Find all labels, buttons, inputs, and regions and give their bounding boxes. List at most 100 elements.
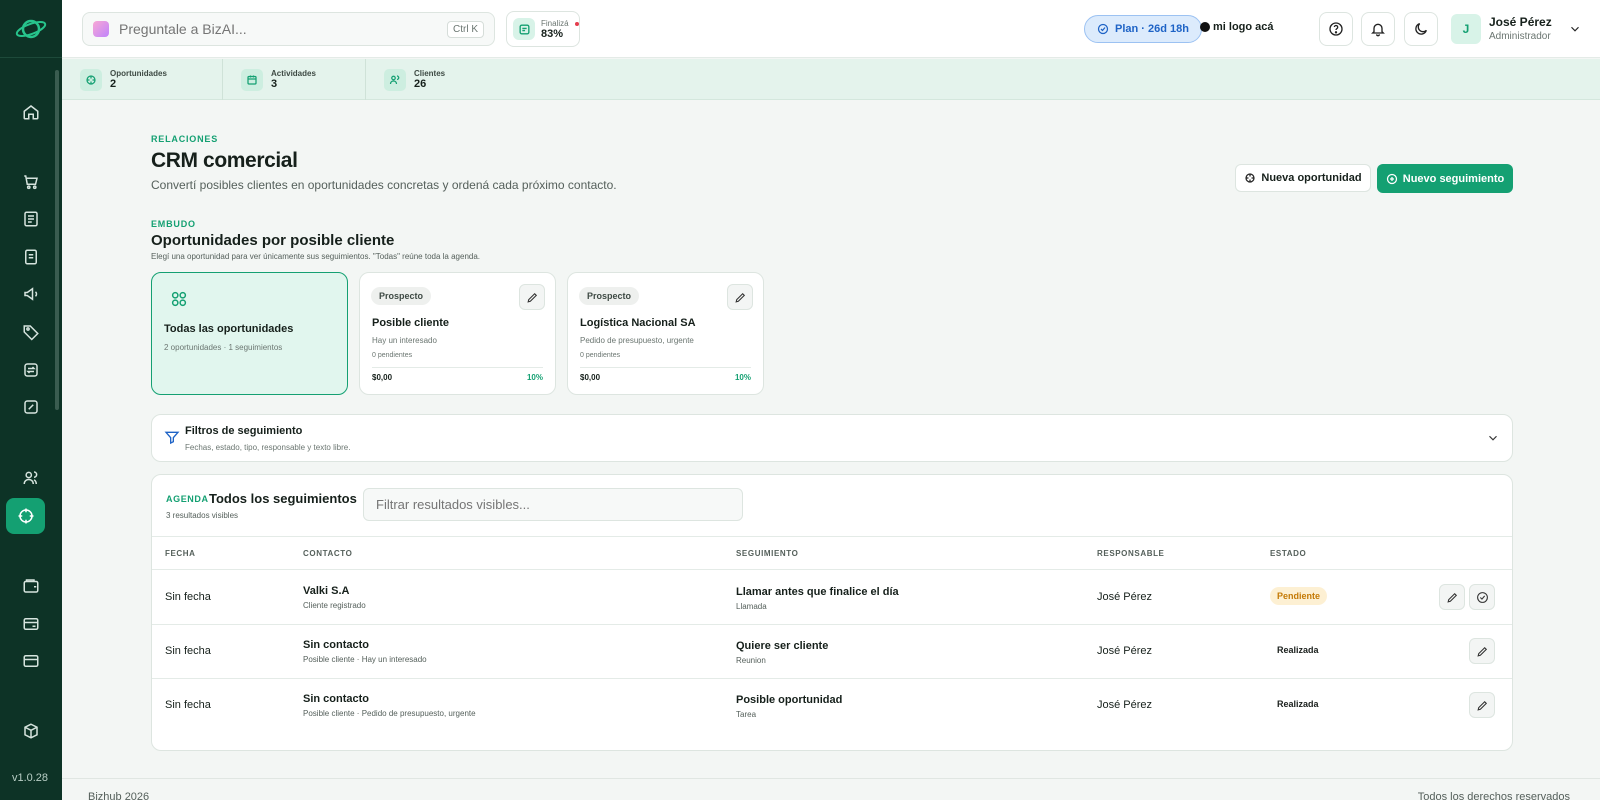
row-followup-type: Reunion [736, 656, 766, 665]
funnel-subtitle: Elegí una oportunidad para ver únicament… [151, 252, 481, 261]
chevron-down-icon[interactable] [1568, 22, 1582, 36]
row-contact-detail: Posible cliente · Pedido de presupuesto,… [303, 709, 476, 718]
stat-activities[interactable]: Actividades 3 [223, 59, 366, 100]
target-icon [18, 508, 33, 524]
column-header[interactable]: RESPONSABLE [1097, 549, 1165, 558]
sidebar-scrollbar[interactable] [55, 70, 59, 410]
sidebar-item-home[interactable] [11, 94, 51, 130]
row-followup-type: Tarea [736, 710, 757, 719]
column-header[interactable]: FECHA [165, 549, 196, 558]
sidebar-item-billing[interactable] [11, 606, 51, 642]
followup-filters-panel[interactable]: Filtros de seguimiento Fechas, estado, t… [151, 414, 1513, 462]
edit-button[interactable] [519, 284, 545, 310]
complete-button[interactable] [1469, 584, 1495, 610]
column-header[interactable]: CONTACTO [303, 549, 352, 558]
user-role: Administrador [1489, 31, 1551, 42]
funnel-eyebrow: EMBUDO [151, 219, 196, 229]
new-opportunity-label: Nueva oportunidad [1261, 172, 1362, 184]
box-icon [24, 723, 38, 739]
sidebar: v1.0.28 [0, 0, 62, 800]
row-contact-detail: Cliente registrado [303, 601, 366, 610]
sidebar-item-clients[interactable] [11, 460, 51, 496]
sidebar-item-sales[interactable] [11, 164, 51, 200]
edit-button[interactable] [1469, 692, 1495, 718]
column-header[interactable]: ESTADO [1270, 549, 1306, 558]
agenda-filter-input[interactable] [363, 488, 743, 521]
bizai-search[interactable]: Ctrl K [82, 12, 495, 46]
check-circle-icon [1097, 23, 1109, 35]
card-title: Posible cliente [372, 317, 450, 329]
table-row[interactable]: Sin fecha Sin contacto Posible cliente ·… [152, 625, 1512, 679]
sidebar-item-products[interactable] [11, 713, 51, 749]
page-subtitle: Convertí posibles clientes en oportunida… [151, 178, 617, 192]
company-logo[interactable]: mi logo acá [1200, 21, 1274, 33]
sidebar-item-tags[interactable] [11, 314, 51, 350]
user-name[interactable]: José Pérez [1489, 15, 1552, 29]
progress-label: Finalizá [541, 18, 569, 28]
new-opportunity-button[interactable]: Nueva oportunidad [1235, 164, 1371, 192]
stat-label: Clientes [414, 69, 446, 78]
pencil-icon [526, 292, 537, 303]
filters-subtitle: Fechas, estado, tipo, responsable y text… [185, 443, 351, 452]
footer: Bizhub 2026 Todos los derechos reservado… [62, 778, 1600, 800]
stat-value: 26 [414, 78, 427, 90]
exchange-icon [24, 363, 38, 377]
table-row[interactable]: Sin fecha Sin contacto Posible cliente ·… [152, 679, 1512, 733]
new-followup-button[interactable]: Nuevo seguimiento [1377, 164, 1513, 193]
sidebar-item-documents[interactable] [11, 239, 51, 275]
avatar[interactable]: J [1451, 14, 1481, 44]
pencil-icon [1476, 700, 1487, 711]
target-icon [80, 68, 102, 91]
opportunity-card[interactable]: Prospecto Logística Nacional SA Pedido d… [567, 272, 764, 395]
sidebar-item-wallet[interactable] [11, 568, 51, 604]
stats-strip: Oportunidades 2 Actividades 3 Clientes 2… [62, 59, 1600, 100]
stage-badge: Prospecto [371, 287, 432, 305]
check-circle-icon [1476, 591, 1488, 603]
help-button[interactable] [1319, 12, 1353, 46]
row-contact: Sin contacto [303, 639, 370, 651]
stat-clients[interactable]: Clientes 26 [366, 59, 486, 100]
users-icon [384, 68, 406, 91]
table-header: FECHA CONTACTO SEGUIMIENTO RESPONSABLE E… [152, 536, 1512, 570]
page-title: CRM comercial [151, 149, 298, 172]
document-icon [25, 249, 37, 265]
bell-icon [1371, 23, 1385, 37]
chevron-down-icon[interactable] [1486, 431, 1500, 445]
app-logo[interactable] [0, 0, 62, 58]
row-followup: Llamar antes que finalice el día [736, 586, 899, 598]
row-owner: José Pérez [1097, 645, 1153, 657]
onboarding-progress[interactable]: Finalizá 83% [506, 11, 580, 47]
edit-button[interactable] [1439, 584, 1465, 610]
status-badge: Pendiente [1270, 587, 1328, 605]
column-header[interactable]: SEGUIMIENTO [736, 549, 798, 558]
row-followup: Quiere ser cliente [736, 640, 829, 652]
agenda-count: 3 resultados visibles [166, 511, 239, 520]
cart-icon [24, 175, 38, 190]
card-percent: 10% [526, 373, 543, 382]
all-opportunities-card[interactable]: Todas las oportunidades 2 oportunidades … [151, 272, 348, 395]
edit-button[interactable] [727, 284, 753, 310]
table-row[interactable]: Sin fecha Valki S.A Cliente registrado L… [152, 571, 1512, 625]
theme-toggle-button[interactable] [1404, 12, 1438, 46]
notifications-button[interactable] [1361, 12, 1395, 46]
stat-opportunities[interactable]: Oportunidades 2 [62, 59, 223, 100]
footer-rights: Todos los derechos reservados [1417, 791, 1570, 800]
status-badge: Realizada [1277, 699, 1319, 709]
row-contact-detail: Posible cliente · Hay un interesado [303, 655, 427, 664]
sidebar-item-marketing[interactable] [11, 276, 51, 312]
edit-button[interactable] [1469, 638, 1495, 664]
divider [372, 367, 543, 368]
search-input[interactable] [119, 21, 447, 37]
sidebar-item-list[interactable] [11, 201, 51, 237]
logo-dot-icon [1200, 22, 1210, 32]
opportunity-card[interactable]: Prospecto Posible cliente Hay un interes… [359, 272, 556, 395]
row-date: Sin fecha [165, 699, 211, 711]
checklist-icon [513, 18, 535, 40]
agenda-panel: AGENDA Todos los seguimientos 3 resultad… [151, 474, 1513, 751]
sidebar-item-cards[interactable] [11, 643, 51, 679]
plan-badge[interactable]: Plan · 26d 18h [1084, 15, 1202, 43]
sidebar-item-crm[interactable] [6, 498, 45, 534]
sidebar-item-exchange[interactable] [11, 352, 51, 388]
users-icon [23, 471, 38, 485]
sidebar-item-discounts[interactable] [11, 389, 51, 425]
